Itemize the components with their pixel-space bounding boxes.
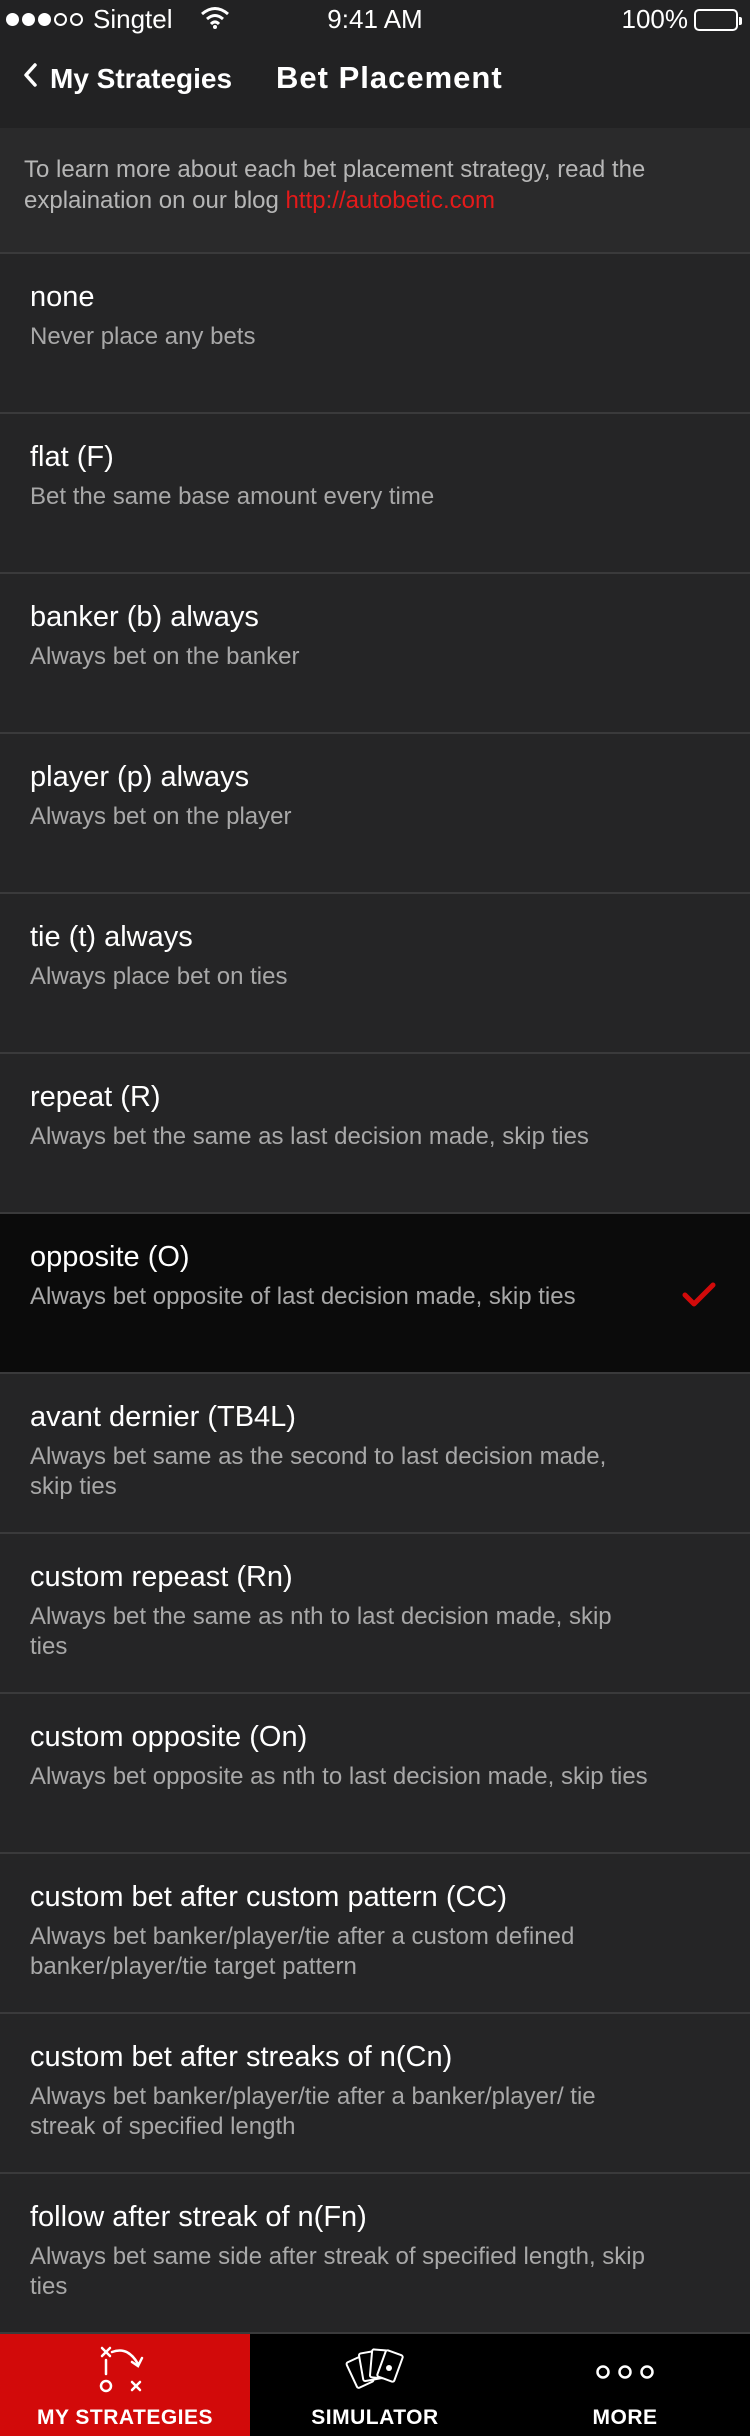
blog-link[interactable]: http://autobetic.com [286, 187, 495, 214]
strategy-play-icon [98, 2344, 152, 2399]
strategy-row[interactable]: follow after streak of n(Fn) Always bet s… [0, 2174, 750, 2334]
strategy-row[interactable]: custom bet after custom pattern (CC) Alwa… [0, 1854, 750, 2014]
tab-my-strategies[interactable]: MY STRATEGIES [0, 2334, 250, 2436]
battery: 100% [621, 4, 742, 35]
playing-cards-icon [345, 2344, 405, 2401]
strategy-description: Always bet same side after streak of spe… [30, 2243, 645, 2300]
strategy-row[interactable]: opposite (O) Always bet opposite of last … [0, 1214, 750, 1374]
tab-bar: MY STRATEGIES SIMULATOR MORE [0, 2334, 750, 2436]
battery-percent: 100% [621, 4, 689, 34]
strategy-row[interactable]: custom bet after streaks of n(Cn) Always … [0, 2014, 750, 2174]
strategy-row[interactable]: avant dernier (TB4L) Always bet same as t… [0, 1374, 750, 1534]
strategy-description: Always bet opposite of last decision mad… [30, 1283, 576, 1310]
strategy-title: banker (b) always [30, 601, 259, 633]
strategy-row[interactable]: banker (b) always Always bet on the banke… [0, 574, 750, 734]
strategy-title: opposite (O) [30, 1241, 190, 1273]
strategy-title: flat (F) [30, 441, 114, 473]
battery-icon [694, 8, 742, 31]
status-bar: Singtel 9:41 AM 100% [0, 0, 750, 40]
strategy-description: Always bet same as the second to last de… [30, 1443, 607, 1500]
strategy-row[interactable]: custom repeast (Rn) Always bet the same a… [0, 1534, 750, 1694]
strategy-row[interactable]: flat (F) Bet the same base amount every t… [0, 414, 750, 574]
navigation-bar: My Strategies Bet Placement [0, 40, 750, 128]
intro-text-block: To learn more about each bet placement s… [0, 128, 750, 254]
strategy-title: custom bet after custom pattern (CC) [30, 1881, 508, 1913]
strategy-row[interactable]: tie (t) always Always place bet on ties [0, 894, 750, 1054]
strategy-description: Never place any bets [30, 323, 256, 350]
back-label: My Strategies [50, 62, 233, 94]
strategy-title: none [30, 281, 95, 313]
strategy-title: repeat (R) [30, 1081, 161, 1113]
strategy-title: player (p) always [30, 761, 250, 793]
tab-label: SIMULATOR [311, 2406, 439, 2429]
strategy-title: tie (t) always [30, 921, 193, 953]
strategy-description: Always bet opposite as nth to last decis… [30, 1763, 648, 1790]
strategy-row[interactable]: none Never place any bets [0, 254, 750, 414]
strategy-title: custom bet after streaks of n(Cn) [30, 2041, 453, 2073]
tab-label: MORE [592, 2406, 658, 2429]
strategy-title: custom opposite (On) [30, 1721, 308, 1753]
tab-simulator[interactable]: SIMULATOR [250, 2334, 500, 2436]
strategy-list: none Never place any bets flat (F) Bet the … [0, 254, 750, 2334]
page-title: Bet Placement [276, 60, 503, 95]
strategy-description: Always place bet on ties [30, 963, 288, 990]
back-button[interactable]: My Strategies [22, 62, 232, 95]
strategy-title: custom repeast (Rn) [30, 1561, 293, 1593]
strategy-description: Always bet the same as last decision mad… [30, 1123, 589, 1150]
strategy-description: Always bet banker/player/tie after a cus… [30, 1923, 575, 1980]
more-dots-icon [594, 2364, 656, 2385]
tab-label: MY STRATEGIES [36, 2406, 214, 2429]
strategy-description: Bet the same base amount every time [30, 483, 435, 510]
chevron-left-icon [22, 62, 38, 95]
strategy-description: Always bet on the banker [30, 643, 300, 670]
strategy-description: Always bet the same as nth to last decis… [30, 1603, 612, 1660]
strategy-row[interactable]: player (p) always Always bet on the playe… [0, 734, 750, 894]
strategy-description: Always bet on the player [30, 803, 292, 830]
tab-more[interactable]: MORE [500, 2334, 750, 2436]
strategy-title: follow after streak of n(Fn) [30, 2201, 367, 2233]
strategy-row[interactable]: custom opposite (On) Always bet opposite … [0, 1694, 750, 1854]
strategy-title: avant dernier (TB4L) [30, 1401, 296, 1433]
checkmark-icon [682, 1282, 716, 1313]
strategy-row[interactable]: repeat (R) Always bet the same as last de… [0, 1054, 750, 1214]
strategy-description: Always bet banker/player/tie after a ban… [30, 2083, 596, 2140]
